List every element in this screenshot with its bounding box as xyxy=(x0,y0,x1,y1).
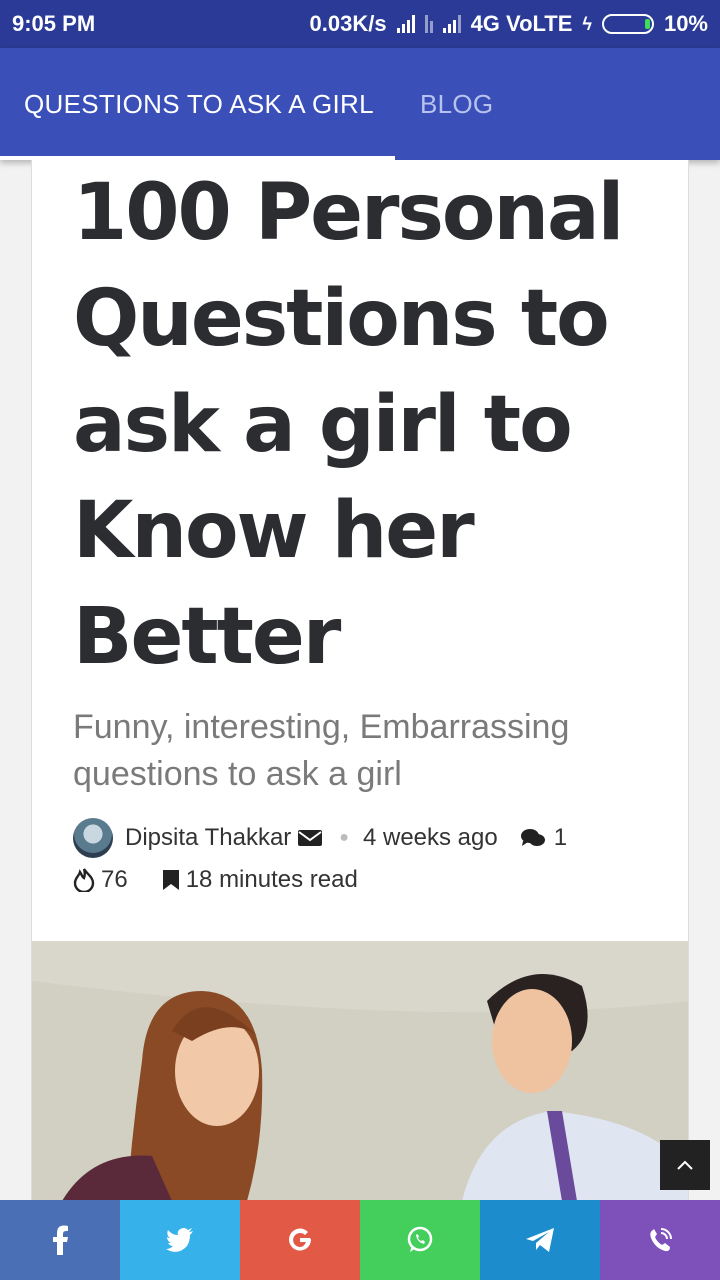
view-count: 76 xyxy=(101,866,128,893)
chevron-up-icon xyxy=(677,1160,693,1170)
comments-link[interactable]: 1 xyxy=(520,824,567,852)
viber-icon xyxy=(650,1228,672,1252)
read-time: 18 minutes read xyxy=(185,866,358,893)
network-type: 4G VoLTE xyxy=(470,11,573,36)
separator-dot: ● xyxy=(339,829,349,846)
comments-icon xyxy=(520,829,545,846)
network-speed: 0.03K/s xyxy=(309,11,387,36)
battery-icon xyxy=(601,14,654,34)
bookmark-icon xyxy=(162,870,179,890)
share-facebook-button[interactable] xyxy=(0,1200,120,1280)
signal-icon xyxy=(396,15,415,33)
tab-questions[interactable]: QUESTIONS TO ASK A GIRL xyxy=(24,48,374,160)
share-whatsapp-button[interactable] xyxy=(360,1200,480,1280)
fire-icon xyxy=(73,868,95,892)
author-name[interactable]: Dipsita Thakkar xyxy=(125,824,291,852)
article-subtitle: Funny, interesting, Embarrassing questio… xyxy=(73,708,570,793)
telegram-icon xyxy=(526,1228,554,1252)
article-card: 100 Personal Questions to ask a girl to … xyxy=(31,160,689,1200)
author-avatar[interactable] xyxy=(73,818,113,858)
signal-icon-2 xyxy=(442,15,461,33)
scroll-to-top-button[interactable] xyxy=(660,1140,710,1190)
article-meta: Dipsita Thakkar ● 4 weeks ago 1 xyxy=(73,818,567,858)
facebook-icon xyxy=(53,1225,68,1255)
app-bar: QUESTIONS TO ASK A GIRL BLOG xyxy=(0,48,720,160)
google-icon xyxy=(289,1228,311,1251)
data-arrows-icon xyxy=(424,15,433,33)
envelope-icon[interactable] xyxy=(297,828,323,848)
whatsapp-icon xyxy=(407,1226,433,1252)
twitter-icon xyxy=(166,1228,193,1252)
share-twitter-button[interactable] xyxy=(120,1200,240,1280)
tab-blog[interactable]: BLOG xyxy=(420,48,493,160)
post-date: 4 weeks ago xyxy=(362,824,498,851)
article-image xyxy=(32,941,688,1200)
share-bar xyxy=(0,1200,720,1280)
status-time: 9:05 PM xyxy=(12,11,96,36)
share-telegram-button[interactable] xyxy=(480,1200,600,1280)
article-title: 100 Personal Questions to ask a girl to … xyxy=(73,168,624,682)
article-stats: 76 18 minutes read xyxy=(73,866,358,894)
battery-level: 10% xyxy=(663,11,708,36)
comment-count: 1 xyxy=(553,824,568,851)
share-google-button[interactable] xyxy=(240,1200,360,1280)
status-bar: 9:05 PM 0.03K/s 4G VoLTE ϟ 10% xyxy=(0,0,720,48)
charging-icon: ϟ xyxy=(582,13,592,34)
share-viber-button[interactable] xyxy=(600,1200,720,1280)
